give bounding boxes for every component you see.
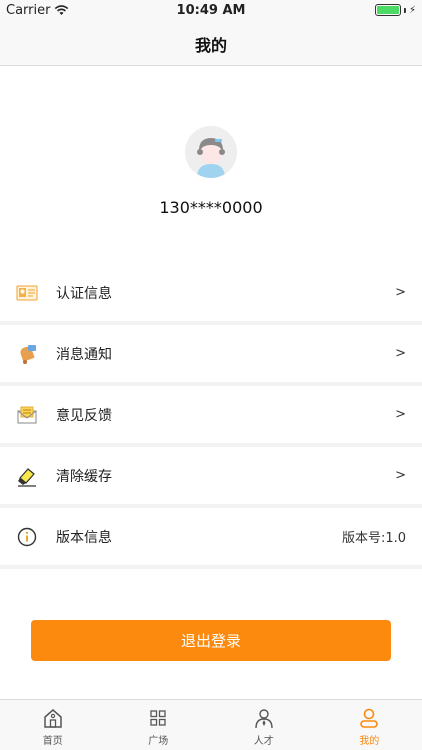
tab-label: 广场 [148, 736, 169, 747]
tab-square[interactable]: 广场 [106, 700, 212, 750]
tab-label: 我的 [359, 736, 380, 747]
grid-icon [150, 710, 166, 726]
user-icon [360, 708, 379, 728]
menu-item-label: 版本信息 [56, 529, 112, 546]
status-bar: Carrier 10:49 AM ⚡ [0, 0, 422, 22]
menu-item-label: 认证信息 [56, 285, 112, 302]
id-card-icon [16, 282, 38, 304]
chevron-right-icon: > [395, 346, 406, 361]
tab-talent[interactable]: 人才 [211, 700, 317, 750]
person-pin-icon [255, 709, 273, 729]
tab-label: 首页 [42, 736, 63, 747]
envelope-icon [16, 404, 38, 426]
phone-number: 130****0000 [159, 198, 263, 217]
battery-indicator: ⚡ [374, 4, 416, 16]
profile-section: 130****0000 [0, 66, 422, 266]
tab-mine[interactable]: 我的 [317, 700, 422, 750]
tab-label: 人才 [253, 736, 274, 747]
battery-fill [376, 6, 399, 14]
menu-item-version[interactable]: 版本信息 版本号:1.0 [0, 508, 422, 569]
tab-home[interactable]: 首页 [0, 700, 106, 750]
menu-item-certification[interactable]: 认证信息 > [0, 264, 422, 325]
chevron-right-icon: > [395, 468, 406, 483]
chevron-right-icon: > [395, 285, 406, 300]
bell-icon [16, 343, 38, 365]
settings-menu: 认证信息 > 消息通知 > 意见反馈 > 清除缓存 > 版本信息 版本号:1.0 [0, 264, 422, 569]
menu-item-label: 清除缓存 [56, 468, 112, 485]
status-time: 10:49 AM [176, 3, 246, 18]
menu-item-clear-cache[interactable]: 清除缓存 > [0, 447, 422, 508]
battery-tip [403, 7, 406, 13]
battery-icon [374, 4, 401, 16]
tab-bar: 首页 广场 人才 我的 [0, 699, 422, 750]
menu-item-label: 消息通知 [56, 346, 112, 363]
eraser-icon [16, 465, 38, 487]
version-number: 版本号:1.0 [341, 531, 406, 546]
logout-button[interactable]: 退出登录 [31, 620, 391, 661]
menu-item-feedback[interactable]: 意见反馈 > [0, 386, 422, 447]
avatar[interactable] [185, 126, 237, 178]
chevron-right-icon: > [395, 407, 406, 422]
menu-item-label: 意见反馈 [56, 407, 112, 424]
page-title: 我的 [194, 35, 227, 55]
charging-icon: ⚡ [408, 4, 416, 16]
navigation-bar: 我的 [0, 22, 422, 66]
avatar-icon [185, 126, 237, 178]
home-icon [44, 709, 62, 728]
menu-item-notifications[interactable]: 消息通知 > [0, 325, 422, 386]
info-icon [16, 526, 38, 548]
